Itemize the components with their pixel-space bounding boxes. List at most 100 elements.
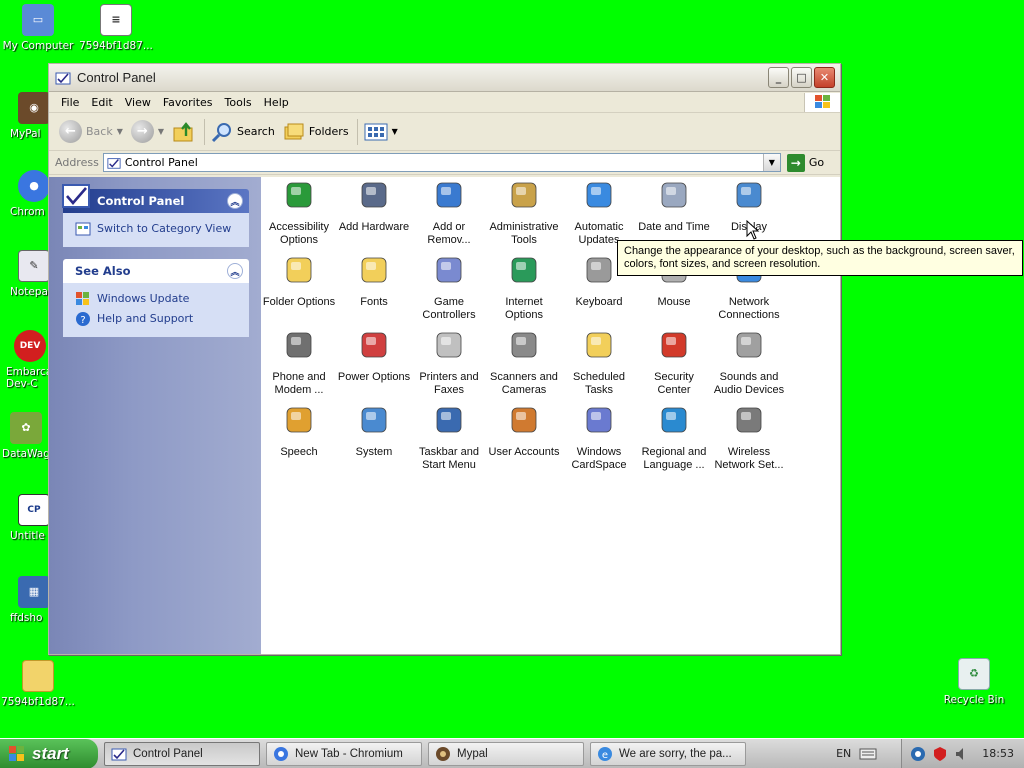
start-button[interactable]: start [0,738,98,768]
cp-item-fonts[interactable]: Fonts [336,254,412,309]
see-also-title: See Also [75,264,131,278]
desktop-icon-recycle-bin[interactable]: ♻ Recycle Bin [936,658,1012,706]
cp-item-label-2: Start Menu [422,459,476,471]
game-controllers-icon [436,257,462,283]
cp-item-game-controllers[interactable]: Game Controllers [411,254,487,322]
cp-item-system[interactable]: System [336,404,412,459]
desktop-icon-embarcadero[interactable]: DEV Embarca Dev-C [6,330,54,390]
menu-edit[interactable]: Edit [85,94,118,111]
toolbar-separator [356,118,358,145]
cp-item-auto-updates[interactable]: Automatic Updates [561,179,637,247]
cardspace-icon [586,407,612,433]
document-icon: ≡ [100,4,132,36]
category-view-icon [75,222,91,236]
clock[interactable]: 18:53 [982,747,1014,760]
cp-item-security-center[interactable]: Security Center [636,329,712,397]
power-options-icon [361,332,387,358]
windows-update-label: Windows Update [97,292,190,305]
see-also-header[interactable]: See Also ︽ [63,259,249,283]
cp-item-speech[interactable]: Speech [261,404,337,459]
cp-item-power-options[interactable]: Power Options [336,329,412,384]
volume-icon[interactable] [954,746,970,762]
admin-tools-icon [511,182,537,208]
title-bar[interactable]: Control Panel _ □ ✕ [49,64,840,92]
folders-button[interactable]: Folders [283,121,349,143]
cp-item-taskbar[interactable]: Taskbar and Start Menu [411,404,487,472]
menu-favorites[interactable]: Favorites [157,94,219,111]
antivirus-icon[interactable] [910,746,926,762]
cp-item-sounds[interactable]: Sounds and Audio Devices [711,329,787,397]
views-button[interactable]: ▼ [364,122,398,142]
desktop-icon-folder-7594[interactable]: 7594bf1d87... [0,660,76,708]
cp-item-label: Windows [576,446,622,458]
desktop-icon-label: Recycle Bin [943,694,1005,706]
auto-updates-icon [586,182,612,208]
address-field[interactable]: Control Panel ▼ [102,153,781,172]
mypal-icon [436,746,450,761]
svg-text:?: ? [80,315,85,326]
cp-item-label: Phone and [272,371,326,383]
taskbar-item-chromium[interactable]: New Tab - Chromium [266,741,422,766]
minimize-button[interactable]: _ [768,67,789,88]
cp-item-cardspace[interactable]: Windows CardSpace [561,404,637,472]
folder-icon [22,660,54,692]
menu-file[interactable]: File [55,94,85,111]
collapse-icon[interactable]: ︽ [227,193,243,209]
cp-item-wireless[interactable]: Wireless Network Set... [711,404,787,472]
switch-to-category-view-link[interactable]: Switch to Category View [75,219,239,239]
cp-item-label: Wireless [727,446,771,458]
user-accounts-icon [511,407,537,433]
cp-item-label: Security [654,371,694,383]
collapse-icon[interactable]: ︽ [227,263,243,279]
security-center-icon [661,332,687,358]
cp-item-label-2: Center [657,384,691,396]
keyboard-icon[interactable] [859,747,877,761]
up-folder-button[interactable] [172,120,196,144]
taskbar-item-control-panel[interactable]: Control Panel [104,741,260,766]
language-indicator[interactable]: EN [836,747,851,760]
menu-view[interactable]: View [119,94,157,111]
cp-item-label: Date and Time [638,221,710,233]
cp-item-admin-tools[interactable]: Administrative Tools [486,179,562,247]
help-and-support-link[interactable]: ? Help and Support [75,309,239,329]
cp-item-date-time[interactable]: Date and Time [636,179,712,234]
cp-item-regional[interactable]: Regional and Language ... [636,404,712,472]
cp-item-add-hardware[interactable]: Add Hardware [336,179,412,234]
cp-item-accessibility[interactable]: Accessibility Options [261,179,337,247]
maximize-button[interactable]: □ [791,67,812,88]
security-shield-icon[interactable] [932,746,948,762]
cp-item-scanners[interactable]: Scanners and Cameras [486,329,562,397]
fonts-icon [361,257,387,283]
desktop-icon-label: 7594bf1d87... [1,696,75,708]
desktop-icon-datawag[interactable]: ✿ DataWag [2,412,50,460]
menu-help[interactable]: Help [258,94,295,111]
cp-item-add-remove[interactable]: Add or Remov... [411,179,487,247]
search-button[interactable]: Search [211,121,275,143]
menu-tools[interactable]: Tools [219,94,258,111]
add-hardware-icon [361,182,387,208]
datawag-icon: ✿ [10,412,42,444]
close-button[interactable]: ✕ [814,67,835,88]
control-panel-window: Control Panel _ □ ✕ File Edit View Favor… [48,63,841,655]
go-button[interactable]: → Go [786,153,824,172]
cp-item-user-accounts[interactable]: User Accounts [486,404,562,459]
desktop-icon-file-7594[interactable]: ≡ 7594bf1d87... [78,4,154,52]
cp-item-folder-options[interactable]: Folder Options [261,254,337,309]
cp-item-printers[interactable]: Printers and Faxes [411,329,487,397]
address-dropdown-button[interactable]: ▼ [762,154,780,171]
cp-item-scheduled-tasks[interactable]: Scheduled Tasks [561,329,637,397]
back-button[interactable]: ← Back ▼ [59,120,123,143]
taskbar-item-ie-error[interactable]: e We are sorry, the pa... [590,741,746,766]
cp-item-label-2: Cameras [501,384,547,396]
cp-item-label-2: CardSpace [571,459,627,471]
forward-button[interactable]: → ▼ [130,120,164,143]
desktop-icon-my-computer[interactable]: ▭ My Computer [0,4,76,52]
internet-explorer-icon: e [598,746,612,761]
taskbar-item-mypal[interactable]: Mypal [428,741,584,766]
address-bar: Address Control Panel ▼ → Go [49,151,840,175]
windows-update-link[interactable]: Windows Update [75,289,239,309]
cp-item-internet-options[interactable]: Internet Options [486,254,562,322]
folder-options-icon [286,257,312,283]
cp-item-phone-modem[interactable]: Phone and Modem ... [261,329,337,397]
control-panel-box-header[interactable]: Control Panel ︽ [62,184,249,213]
